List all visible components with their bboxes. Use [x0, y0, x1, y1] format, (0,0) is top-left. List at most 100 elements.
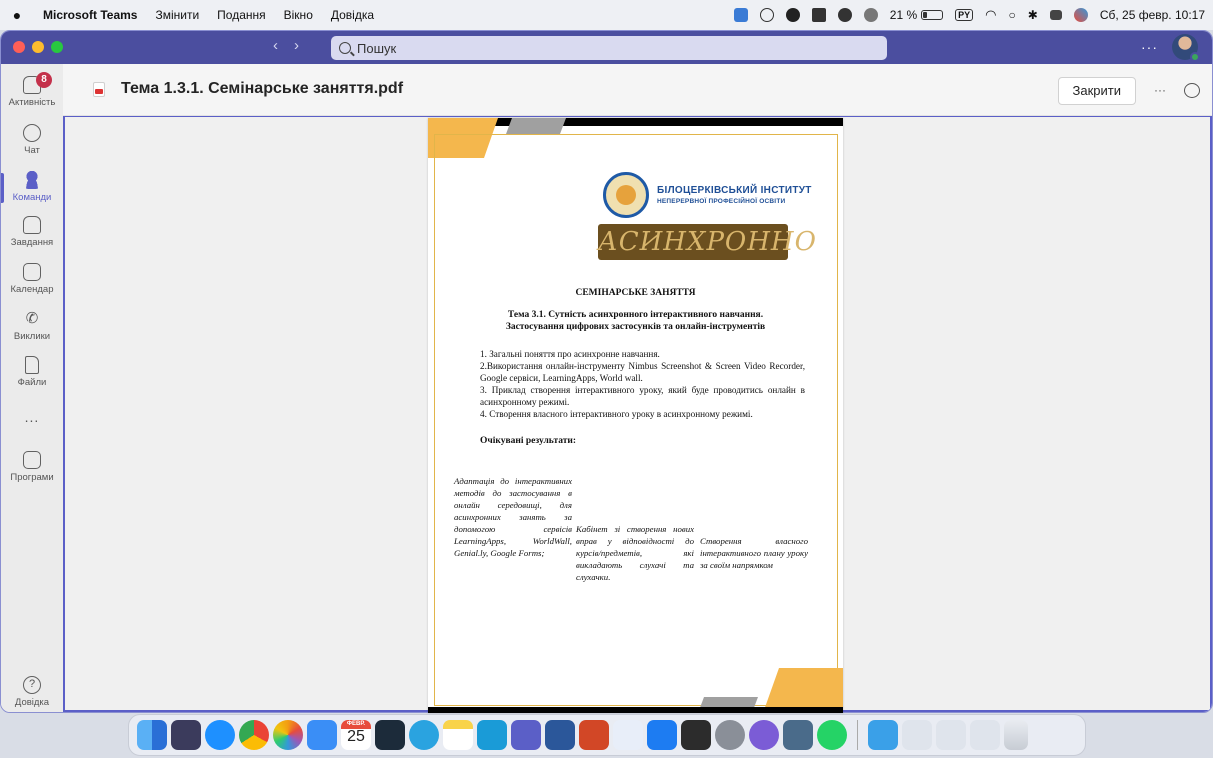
- rail-item-apps[interactable]: Програми: [1, 451, 63, 483]
- close-window-button[interactable]: [13, 41, 25, 53]
- battery-percent: 21 %: [889, 8, 918, 22]
- calendar-icon: [23, 263, 41, 281]
- trash-icon[interactable]: [1004, 720, 1028, 750]
- result-column-3: Створення власного інтерактивного плану …: [700, 536, 808, 570]
- rail-label: Довідка: [14, 697, 50, 708]
- clock[interactable]: Сб, 25 февр. 10:17: [1100, 8, 1205, 22]
- rail-item-files[interactable]: Файли: [1, 356, 63, 388]
- rail-label: Файли: [17, 377, 47, 388]
- chat-panel-icon[interactable]: [1184, 83, 1200, 98]
- rail-label: Команди: [12, 192, 52, 203]
- system-settings-icon[interactable]: [715, 720, 745, 750]
- input-language[interactable]: PY: [955, 9, 974, 21]
- screenshot-tool-icon[interactable]: [733, 8, 748, 22]
- back-icon[interactable]: ‹: [273, 37, 278, 54]
- menu-edit[interactable]: Змінити: [146, 8, 208, 22]
- security-icon[interactable]: [785, 8, 800, 22]
- search-input[interactable]: Пошук: [331, 36, 887, 60]
- calendar-app-icon[interactable]: 25 ФЕВР.: [341, 720, 371, 750]
- list-item: 2.Використання онлайн-інструменту Nimbus…: [480, 361, 805, 383]
- presence-status-icon: [1190, 52, 1200, 62]
- recent-window-icon[interactable]: [902, 720, 932, 750]
- menu-window[interactable]: Вікно: [275, 8, 322, 22]
- teams-icon: [23, 171, 41, 189]
- chrome-icon[interactable]: [239, 720, 269, 750]
- bluetooth-icon[interactable]: ✱: [1028, 8, 1038, 22]
- app-icon[interactable]: [477, 720, 507, 750]
- doc-topic-line2: Застосування цифрових застосунків та онл…: [505, 322, 766, 332]
- rail-item-calendar[interactable]: Календар: [1, 263, 63, 295]
- telegram-icon[interactable]: [409, 720, 439, 750]
- decor-bar-bottom: [428, 707, 843, 713]
- menu-help[interactable]: Довідка: [322, 8, 383, 22]
- word-icon[interactable]: [545, 720, 575, 750]
- avatar[interactable]: [1172, 34, 1200, 62]
- downloads-folder-icon[interactable]: [868, 720, 898, 750]
- apps-icon: [23, 451, 41, 469]
- vpn-app-icon[interactable]: [375, 720, 405, 750]
- dock: 25 ФЕВР.: [128, 714, 1086, 756]
- window-controls: [13, 41, 63, 53]
- viber-status-icon[interactable]: [837, 8, 852, 22]
- more-options-button[interactable]: ···: [1154, 83, 1166, 97]
- rail-item-activity[interactable]: 8 Активність: [1, 72, 63, 108]
- backpack-icon: [23, 216, 41, 234]
- finder-icon[interactable]: [137, 720, 167, 750]
- shield-icon[interactable]: [759, 8, 774, 22]
- control-center-icon[interactable]: [1049, 10, 1062, 20]
- rail-item-chat[interactable]: Чат: [1, 124, 63, 156]
- mail-icon[interactable]: [307, 720, 337, 750]
- file-header: Тема 1.3.1. Семінарське заняття.pdf Закр…: [63, 64, 1212, 116]
- list-item: 3. Приклад створення інтерактивного урок…: [480, 385, 805, 407]
- rail-item-teams[interactable]: Команди: [1, 171, 63, 203]
- apple-menu-icon[interactable]: ●: [0, 7, 34, 23]
- launchpad-icon[interactable]: [171, 720, 201, 750]
- app-store-icon[interactable]: [647, 720, 677, 750]
- spotlight-icon[interactable]: ○: [1009, 8, 1016, 22]
- whatsapp-icon[interactable]: [817, 720, 847, 750]
- file-icon: [25, 356, 39, 374]
- async-banner: АСИНХРОННО: [598, 224, 816, 260]
- preview-icon[interactable]: [783, 720, 813, 750]
- safari-icon[interactable]: [205, 720, 235, 750]
- list-item: 1. Загальні поняття про асинхронне навча…: [480, 349, 660, 359]
- rail-label: Завдання: [10, 237, 54, 248]
- menu-view[interactable]: Подання: [208, 8, 274, 22]
- pdf-page: БІЛОЦЕРКІВСЬКИЙ ІНСТИТУТ НЕПЕРЕРВНОЇ ПРО…: [428, 118, 843, 713]
- dropbox-icon[interactable]: [811, 8, 826, 22]
- recent-window-icon[interactable]: [936, 720, 966, 750]
- siri-icon[interactable]: [1073, 8, 1088, 22]
- phone-icon: ✆: [25, 310, 39, 327]
- recent-window-icon[interactable]: [970, 720, 1000, 750]
- viber-icon[interactable]: [749, 720, 779, 750]
- result-column-2: Кабінет зі створення нових вправ у відпо…: [576, 524, 694, 582]
- app-rail: 8 Активність Чат Команди Завдання Календ…: [1, 64, 63, 712]
- close-button[interactable]: Закрити: [1057, 77, 1136, 105]
- battery-indicator[interactable]: 21 %: [889, 8, 944, 22]
- cloud-icon[interactable]: [863, 8, 878, 22]
- settings-more-button[interactable]: ···: [1141, 39, 1158, 55]
- calendar-month: ФЕВР.: [341, 720, 371, 729]
- powerpoint-icon[interactable]: [579, 720, 609, 750]
- institute-subtitle: НЕПЕРЕРВНОЇ ПРОФЕСІЙНОЇ ОСВІТИ: [657, 198, 786, 205]
- textedit-icon[interactable]: [613, 720, 643, 750]
- zoom-window-button[interactable]: [51, 41, 63, 53]
- rail-item-more[interactable]: ...: [1, 409, 63, 425]
- doc-list: 1. Загальні поняття про асинхронне навча…: [480, 348, 805, 420]
- title-bar: ‹ › Пошук ···: [1, 31, 1212, 64]
- rail-item-assignments[interactable]: Завдання: [1, 216, 63, 248]
- notes-icon[interactable]: [443, 720, 473, 750]
- forward-icon[interactable]: ›: [294, 37, 299, 54]
- teams-dock-icon[interactable]: [511, 720, 541, 750]
- help-icon: ?: [23, 676, 41, 694]
- wifi-icon[interactable]: ◠: [985, 7, 996, 23]
- rail-label: Активність: [8, 97, 56, 108]
- rail-item-calls[interactable]: ✆ Виклики: [1, 310, 63, 342]
- minimize-window-button[interactable]: [32, 41, 44, 53]
- calculator-icon[interactable]: [681, 720, 711, 750]
- pdf-file-icon: [93, 82, 105, 97]
- rail-item-help[interactable]: ? Довідка: [1, 676, 63, 708]
- photos-icon[interactable]: [273, 720, 303, 750]
- navigation-arrows: ‹ ›: [273, 37, 299, 54]
- app-menu[interactable]: Microsoft Teams: [34, 8, 146, 22]
